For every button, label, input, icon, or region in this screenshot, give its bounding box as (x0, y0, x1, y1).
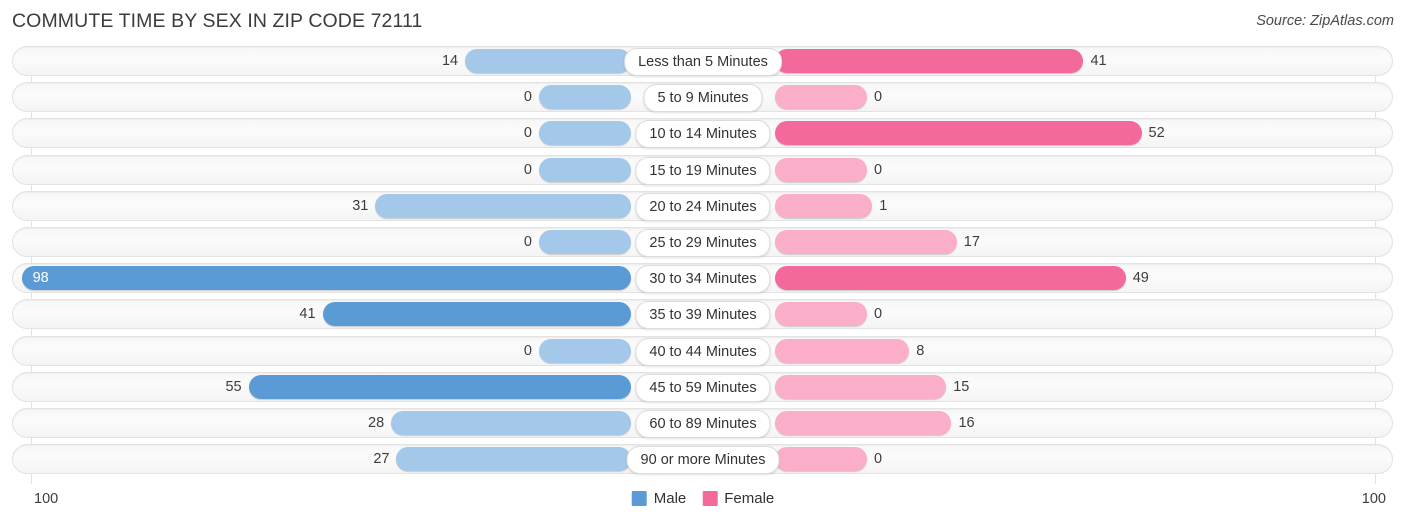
male-bar[interactable] (396, 447, 631, 472)
category-label-pill[interactable]: Less than 5 Minutes (624, 48, 782, 76)
category-label-pill[interactable]: 20 to 24 Minutes (635, 192, 771, 221)
legend: Male Female (631, 490, 774, 507)
male-bar[interactable]: 98 (21, 266, 631, 291)
male-value-label: 55 (225, 378, 242, 395)
male-bar[interactable] (539, 85, 631, 110)
female-value-label: 1 (879, 197, 888, 214)
female-value-label: 49 (1132, 270, 1149, 287)
female-value-label: 16 (958, 414, 975, 431)
chart-header: COMMUTE TIME BY SEX IN ZIP CODE 72111 So… (0, 0, 1406, 44)
female-bar[interactable] (775, 302, 867, 327)
category-label-pill[interactable]: 90 or more Minutes (626, 446, 780, 475)
female-value-label: 0 (874, 306, 883, 323)
female-bar[interactable] (775, 374, 947, 399)
female-bar[interactable] (775, 229, 957, 254)
legend-item-female[interactable]: Female (702, 490, 774, 507)
commute-time-chart: COMMUTE TIME BY SEX IN ZIP CODE 72111 So… (0, 0, 1406, 523)
female-color-swatch (702, 491, 718, 506)
female-bar[interactable] (775, 410, 952, 435)
axis-label-left: 100 (34, 491, 59, 507)
male-value-label: 41 (299, 306, 316, 323)
axis-label-right: 100 (1361, 491, 1386, 507)
male-bar[interactable] (391, 410, 631, 435)
female-value-label: 15 (953, 378, 970, 395)
male-value-label: 14 (441, 53, 459, 69)
male-value-label: 0 (523, 125, 532, 142)
female-value-label: 41 (1090, 53, 1107, 69)
female-bar[interactable] (775, 266, 1126, 291)
category-label-pill[interactable]: 35 to 39 Minutes (635, 301, 771, 330)
male-value-label: 0 (523, 89, 532, 106)
female-bar[interactable] (775, 121, 1142, 146)
male-value-label: 31 (352, 197, 369, 214)
male-bar[interactable] (465, 49, 631, 73)
source-attribution: Source: ZipAtlas.com (1256, 13, 1394, 29)
bar-row: 0 8 40 to 44 Minutes (0, 335, 1406, 366)
legend-item-male[interactable]: Male (631, 490, 687, 507)
female-bar[interactable] (775, 49, 1084, 73)
bar-row: 0 17 25 to 29 Minutes (0, 226, 1406, 257)
male-value-label: 0 (523, 342, 532, 359)
bar-row: 41 0 35 to 39 Minutes (0, 299, 1406, 330)
bar-row: 28 16 60 to 89 Minutes (0, 407, 1406, 438)
female-bar[interactable] (775, 157, 867, 182)
category-label-pill[interactable]: 10 to 14 Minutes (635, 120, 771, 149)
male-bar[interactable] (539, 338, 631, 363)
male-value-label: 27 (373, 451, 390, 468)
female-value-label: 52 (1148, 125, 1165, 142)
male-bar[interactable] (248, 374, 631, 399)
legend-label-female: Female (724, 490, 775, 507)
plot-area: 14 41 Less than 5 Minutes 0 0 5 to 9 Minutes 0… (0, 46, 1406, 484)
category-label-pill[interactable]: 45 to 59 Minutes (635, 373, 771, 402)
bar-row: 31 1 20 to 24 Minutes (0, 190, 1406, 221)
female-bar[interactable] (775, 338, 910, 363)
bar-row: 0 0 15 to 19 Minutes (0, 154, 1406, 185)
bar-row: 98 49 30 to 34 Minutes (0, 263, 1406, 294)
bar-row: 0 52 10 to 14 Minutes (0, 118, 1406, 149)
female-bar[interactable] (775, 193, 873, 218)
legend-label-male: Male (653, 490, 687, 507)
female-bar[interactable] (775, 447, 867, 472)
category-label-pill[interactable]: 15 to 19 Minutes (635, 156, 771, 185)
female-value-label: 17 (963, 233, 980, 250)
female-bar[interactable] (775, 85, 867, 110)
bar-rows: 14 41 Less than 5 Minutes 0 0 5 to 9 Minutes 0… (0, 46, 1406, 480)
page-title: COMMUTE TIME BY SEX IN ZIP CODE 72111 (12, 10, 423, 32)
bar-row: 55 15 45 to 59 Minutes (0, 371, 1406, 402)
bar-row: 0 0 5 to 9 Minutes (0, 82, 1406, 113)
bar-row: 14 41 Less than 5 Minutes (0, 46, 1406, 76)
category-label-pill[interactable]: 25 to 29 Minutes (635, 228, 771, 257)
female-value-label: 0 (874, 89, 883, 106)
male-color-swatch (631, 491, 647, 506)
male-bar[interactable] (322, 302, 631, 327)
male-value-label: 98 (32, 270, 49, 287)
female-value-label: 8 (916, 342, 925, 359)
category-label-pill[interactable]: 60 to 89 Minutes (635, 409, 771, 438)
female-value-label: 0 (874, 451, 883, 468)
male-bar[interactable] (539, 121, 631, 146)
male-value-label: 0 (523, 233, 532, 250)
male-bar[interactable] (539, 157, 631, 182)
male-bar[interactable] (375, 193, 631, 218)
male-value-label: 0 (523, 161, 532, 178)
male-bar[interactable] (539, 229, 631, 254)
chart-footer: 100 Male Female 100 (0, 487, 1406, 523)
category-label-pill[interactable]: 30 to 34 Minutes (635, 265, 771, 294)
bar-row: 27 0 90 or more Minutes (0, 444, 1406, 475)
category-label-pill[interactable]: 40 to 44 Minutes (635, 337, 771, 366)
category-label-pill[interactable]: 5 to 9 Minutes (643, 84, 763, 113)
female-value-label: 0 (874, 161, 883, 178)
male-value-label: 28 (368, 414, 385, 431)
